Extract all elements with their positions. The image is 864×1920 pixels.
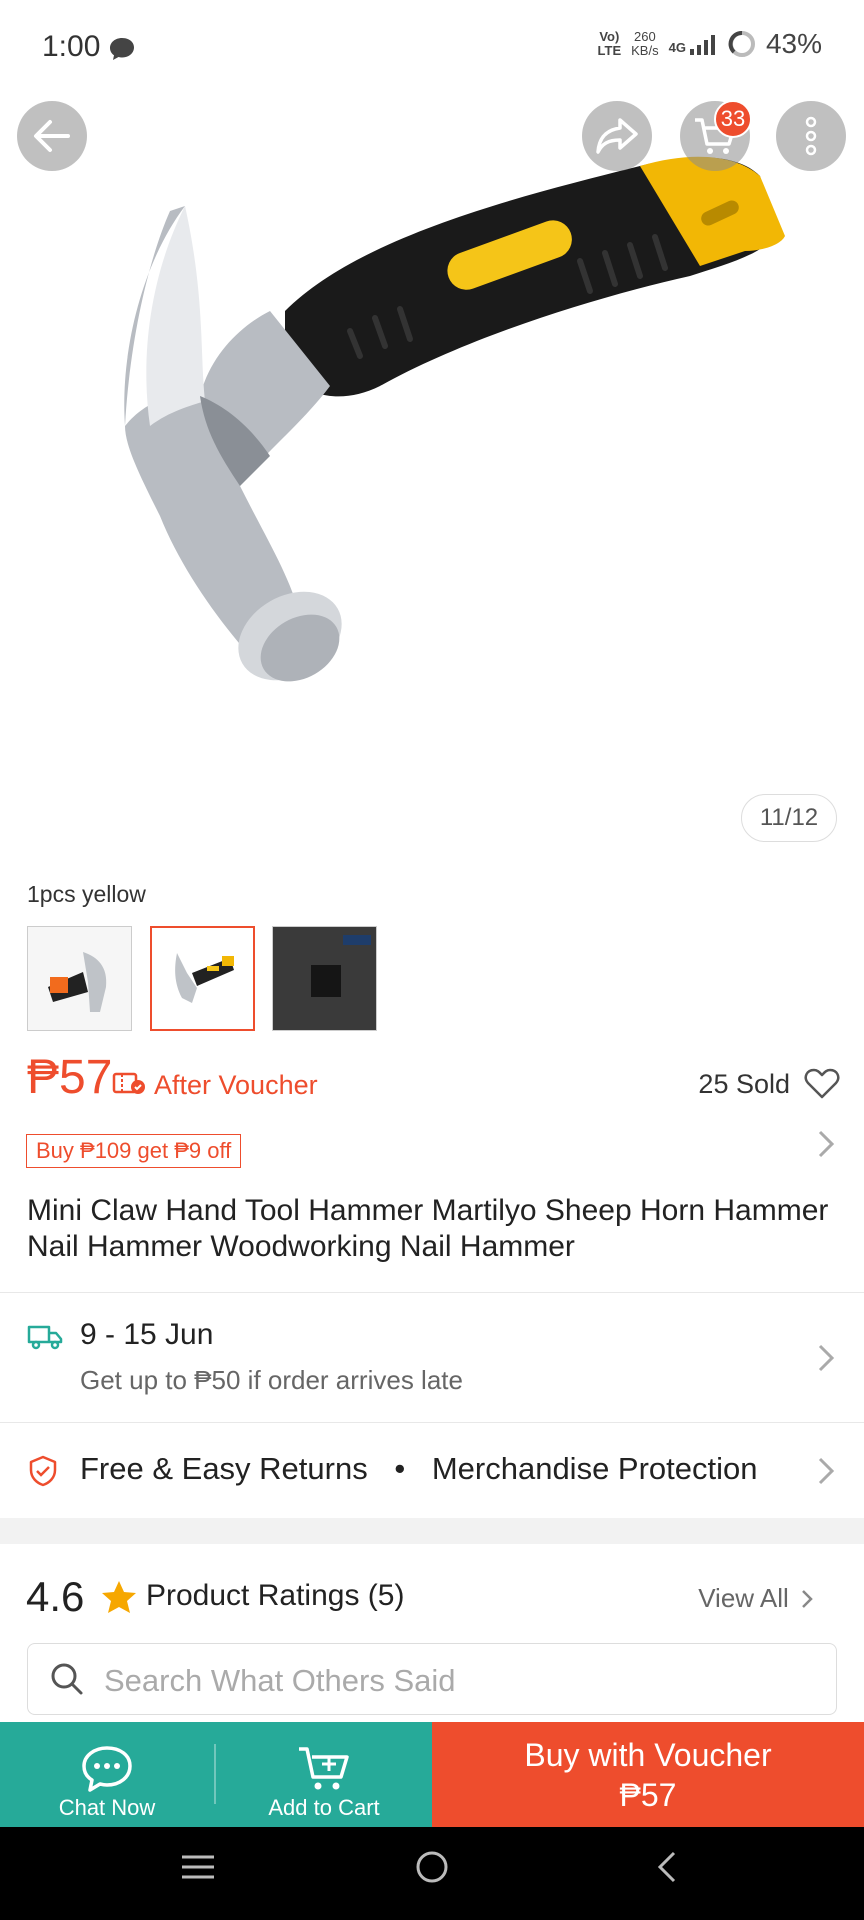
secondary-actions: Chat Now Add to Cart [0, 1722, 432, 1827]
divider [0, 1422, 864, 1423]
shipping-note: Get up to ₱50 if order arrives late [80, 1365, 463, 1395]
thumb-yellow-hammer [152, 928, 253, 1029]
shipping-chevron-icon [816, 1342, 836, 1383]
voucher-icon [112, 1071, 146, 1102]
image-counter: 11/12 [741, 794, 837, 842]
promo-tag[interactable]: Buy ₱109 get ₱9 off [26, 1134, 242, 1168]
back-chevron-icon [657, 1851, 676, 1883]
network-speed: 260 KB/s [631, 30, 658, 58]
buy-price: ₱57 [619, 1776, 677, 1813]
chevron-right-icon [802, 1590, 813, 1608]
share-button[interactable] [582, 101, 652, 171]
view-all-link[interactable]: View All [698, 1583, 814, 1614]
volte-indicator: Vo) LTE [598, 30, 622, 58]
chat-now-button[interactable]: Chat Now [0, 1722, 214, 1827]
ratings-label: Product Ratings (5) [146, 1579, 405, 1612]
add-cart-icon [299, 1747, 349, 1790]
chat-bubble-icon [108, 36, 136, 67]
volte-label: Vo) [599, 29, 620, 44]
view-all-label: View All [698, 1583, 789, 1613]
back-button[interactable] [17, 101, 87, 171]
home-button[interactable] [414, 1847, 450, 1892]
product-title: Mini Claw Hand Tool Hammer Martilyo Shee… [27, 1194, 829, 1263]
arrow-left-icon [34, 120, 70, 152]
signal-bars-icon [689, 35, 715, 55]
search-placeholder: Search What Others Said [104, 1663, 456, 1698]
nav-back-button[interactable] [652, 1847, 680, 1892]
section-divider [0, 1518, 864, 1544]
system-nav-bar [0, 1827, 864, 1920]
battery-ring-icon [728, 31, 755, 57]
sold-count: 25 Sold [698, 1069, 790, 1099]
signal-indicator: 4G [669, 33, 718, 55]
cart-count-badge: 33 [714, 100, 752, 138]
variant-thumbnail-3[interactable] [272, 926, 377, 1031]
truck-icon [27, 1324, 63, 1355]
product-image[interactable] [0, 96, 864, 866]
price: ₱57 [27, 1051, 113, 1104]
home-circle-icon [416, 1851, 448, 1883]
star-icon [101, 1580, 137, 1619]
chat-icon [82, 1746, 132, 1792]
more-vertical-icon [805, 116, 817, 156]
variant-thumbnail-2[interactable] [150, 926, 255, 1031]
add-to-cart-button[interactable]: Add to Cart [216, 1722, 432, 1827]
shipping-date: 9 - 15 Jun [80, 1318, 214, 1351]
bottom-action-bar: Chat Now Add to Cart Buy with Voucher ₱5… [0, 1722, 864, 1827]
battery-percent: 43% [765, 28, 822, 59]
signal-label: 4G [668, 40, 686, 55]
search-icon [50, 1662, 84, 1701]
menu-lines-icon [182, 1855, 214, 1879]
rating-score: 4.6 [26, 1573, 85, 1620]
heart-icon [804, 1068, 840, 1099]
add-to-cart-label: Add to Cart [268, 1795, 380, 1820]
recent-apps-button[interactable] [180, 1847, 216, 1892]
hammer-image [124, 156, 785, 682]
protection-label: Merchandise Protection [431, 1451, 758, 1486]
separator-dot: • [394, 1451, 406, 1486]
share-arrow-icon [596, 118, 638, 154]
guarantee-chevron-icon [816, 1455, 836, 1496]
more-options-button[interactable] [776, 101, 846, 171]
returns-label: Free & Easy Returns [80, 1451, 368, 1486]
chat-now-label: Chat Now [58, 1795, 156, 1820]
shield-check-icon [28, 1455, 58, 1492]
status-time: 1:00 [42, 30, 101, 63]
status-bar: 1:00 Vo) LTE 260 KB/s 4G 43% [0, 0, 864, 96]
buy-label: Buy with Voucher [524, 1736, 772, 1773]
after-voucher-label: After Voucher [154, 1070, 318, 1100]
guarantee-text: Free & Easy Returns • Merchandise Protec… [80, 1451, 758, 1487]
variant-label: 1pcs yellow [27, 881, 146, 907]
buy-with-voucher-button[interactable]: Buy with Voucher ₱57 [432, 1722, 864, 1827]
lte-label: LTE [597, 43, 622, 58]
speed-unit: KB/s [631, 43, 659, 58]
thumb-orange-hammer [28, 927, 131, 1030]
thumb-dark-box [273, 927, 376, 1030]
divider [0, 1292, 864, 1293]
like-button[interactable] [804, 1068, 840, 1105]
promo-chevron-icon[interactable] [816, 1128, 836, 1169]
status-indicators: Vo) LTE 260 KB/s 4G 43% [598, 28, 822, 60]
speed-value: 260 [634, 29, 656, 44]
variant-thumbnail-1[interactable] [27, 926, 132, 1031]
review-search-input[interactable]: Search What Others Said [27, 1643, 837, 1715]
